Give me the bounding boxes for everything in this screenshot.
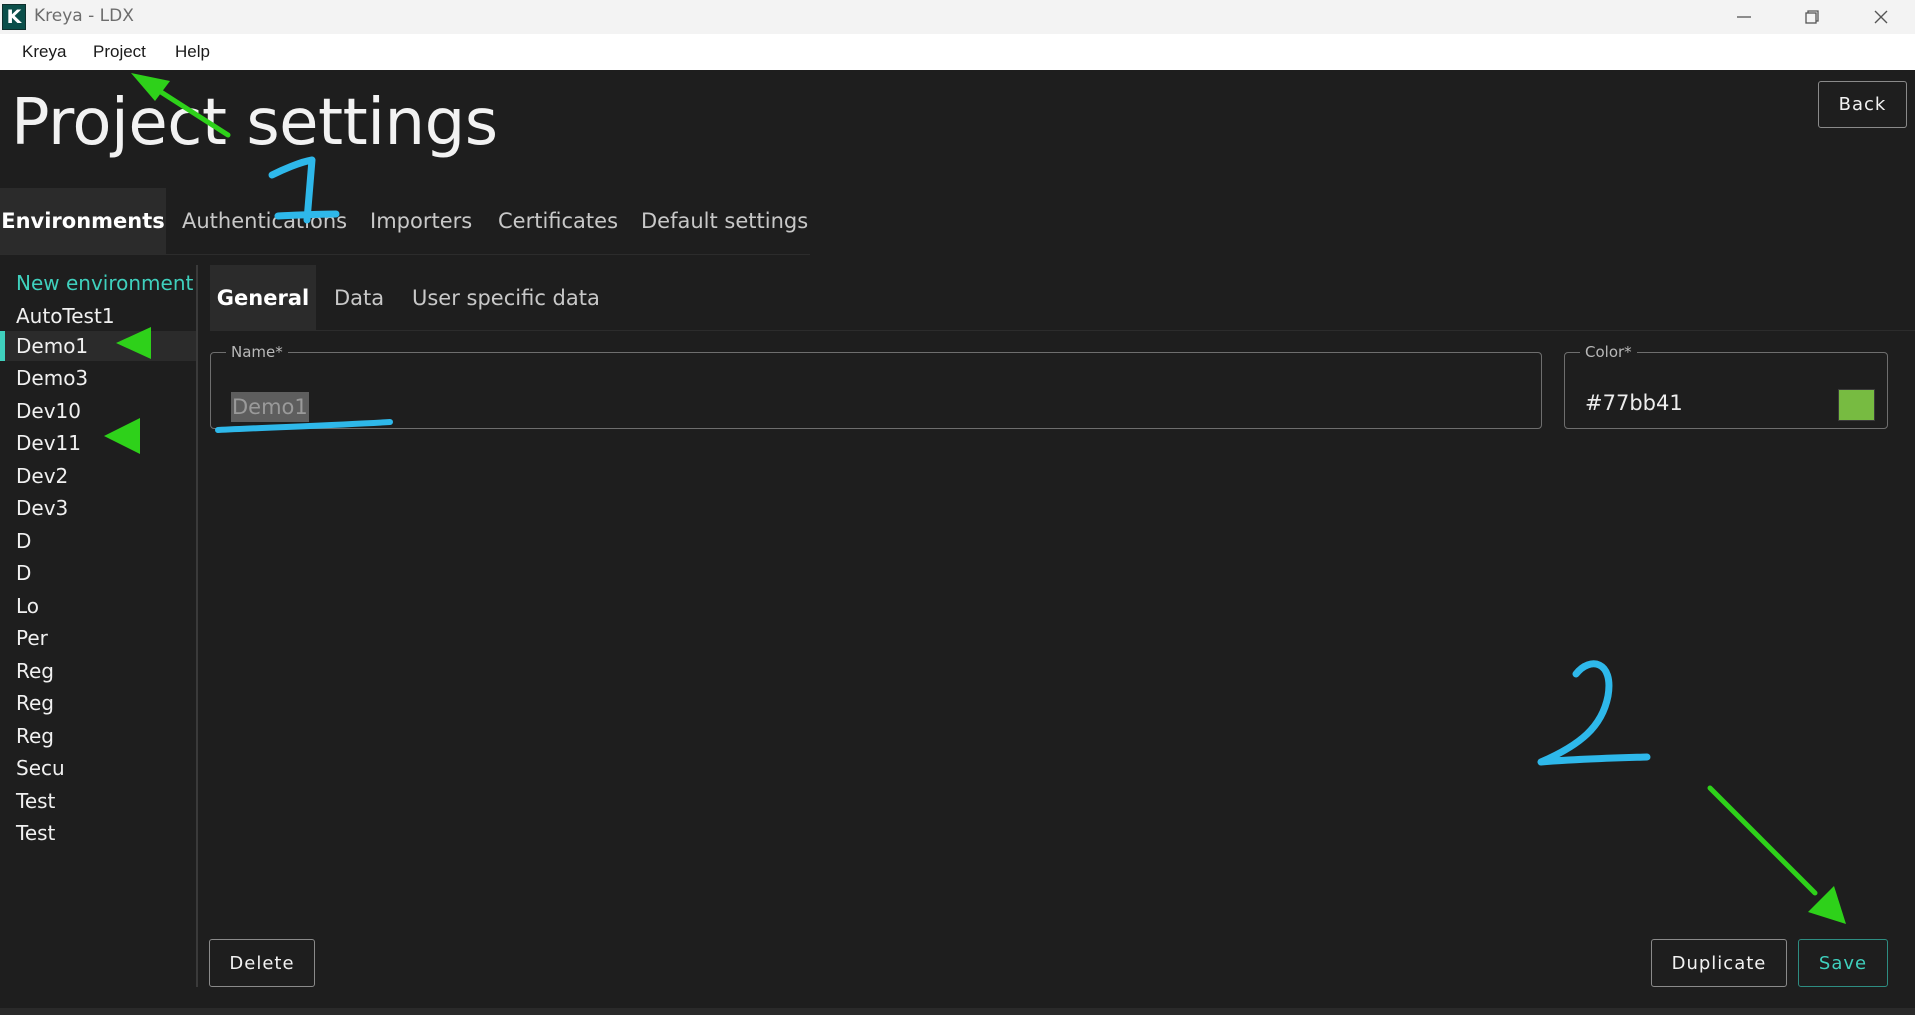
restore-icon[interactable] — [1778, 0, 1846, 34]
tab-environments[interactable]: Environments — [0, 188, 166, 254]
env-item-demo1[interactable]: Demo1 — [0, 331, 196, 361]
menu-bar: Kreya Project Help — [0, 34, 1915, 70]
blue-number-2 — [1537, 660, 1651, 766]
save-button[interactable]: Save — [1798, 939, 1888, 987]
page-title: Project settings — [11, 86, 498, 160]
env-item-redacted-4[interactable]: Per — [0, 623, 196, 653]
settings-tabs: Environments Authentications Importers C… — [0, 188, 810, 255]
duplicate-button[interactable]: Duplicate — [1651, 939, 1787, 987]
color-input[interactable] — [1585, 391, 1815, 415]
menu-kreya[interactable]: Kreya — [22, 42, 66, 62]
environment-tabs: General Data User specific data — [210, 265, 1915, 331]
env-item-demo3[interactable]: Demo3 — [0, 363, 196, 393]
tab-default-settings[interactable]: Default settings — [641, 188, 808, 254]
tab-user-specific-data[interactable]: User specific data — [412, 265, 600, 330]
name-selected-text: Demo1 — [231, 392, 309, 422]
menu-project[interactable]: Project — [93, 42, 146, 62]
title-bar: K Kreya - LDX — [0, 0, 1915, 34]
color-label: Color* — [1585, 343, 1632, 361]
env-item-redacted-2[interactable]: D — [0, 558, 196, 588]
menu-help[interactable]: Help — [175, 42, 210, 62]
env-item-dev3[interactable]: Dev3 — [0, 493, 196, 523]
color-field: Color* — [1564, 343, 1888, 429]
app-logo-icon: K — [2, 4, 26, 30]
env-item-redacted-6[interactable]: Reg — [0, 688, 196, 718]
new-environment-link[interactable]: New environment — [16, 271, 193, 295]
environment-list: New environment AutoTest1 Demo1 Demo3 De… — [0, 265, 198, 987]
color-swatch[interactable] — [1838, 389, 1875, 421]
status-bar — [0, 1008, 1915, 1015]
name-field: Name* Demo1 — [210, 343, 1542, 429]
env-item-redacted-5[interactable]: Reg — [0, 656, 196, 686]
name-input[interactable] — [231, 391, 1511, 415]
back-button[interactable]: Back — [1818, 81, 1907, 128]
env-item-redacted-8[interactable]: Secu — [0, 753, 196, 783]
env-item-autotest1[interactable]: AutoTest1 — [0, 301, 196, 331]
env-item-dev2[interactable]: Dev2 — [0, 461, 196, 491]
tab-certificates[interactable]: Certificates — [498, 188, 618, 254]
env-item-redacted-7[interactable]: Reg — [0, 721, 196, 751]
env-item-dev10[interactable]: Dev10 — [0, 396, 196, 426]
env-item-redacted-9[interactable]: Test — [0, 786, 196, 816]
tab-importers[interactable]: Importers — [370, 188, 472, 254]
env-item-redacted-10[interactable]: Test — [0, 818, 196, 848]
env-item-dev11[interactable]: Dev11 — [0, 428, 196, 458]
name-label: Name* — [231, 343, 283, 361]
minimize-icon[interactable] — [1710, 0, 1778, 34]
delete-button[interactable]: Delete — [209, 939, 315, 987]
tab-authentications[interactable]: Authentications — [182, 188, 347, 254]
env-item-redacted-1[interactable]: D — [0, 526, 196, 556]
tab-data[interactable]: Data — [334, 265, 384, 330]
tab-general[interactable]: General — [210, 265, 316, 330]
env-item-redacted-3[interactable]: Lo — [0, 591, 196, 621]
green-arrow-save — [1707, 785, 1846, 924]
close-icon[interactable] — [1847, 0, 1915, 34]
window-title: Kreya - LDX — [34, 6, 134, 26]
